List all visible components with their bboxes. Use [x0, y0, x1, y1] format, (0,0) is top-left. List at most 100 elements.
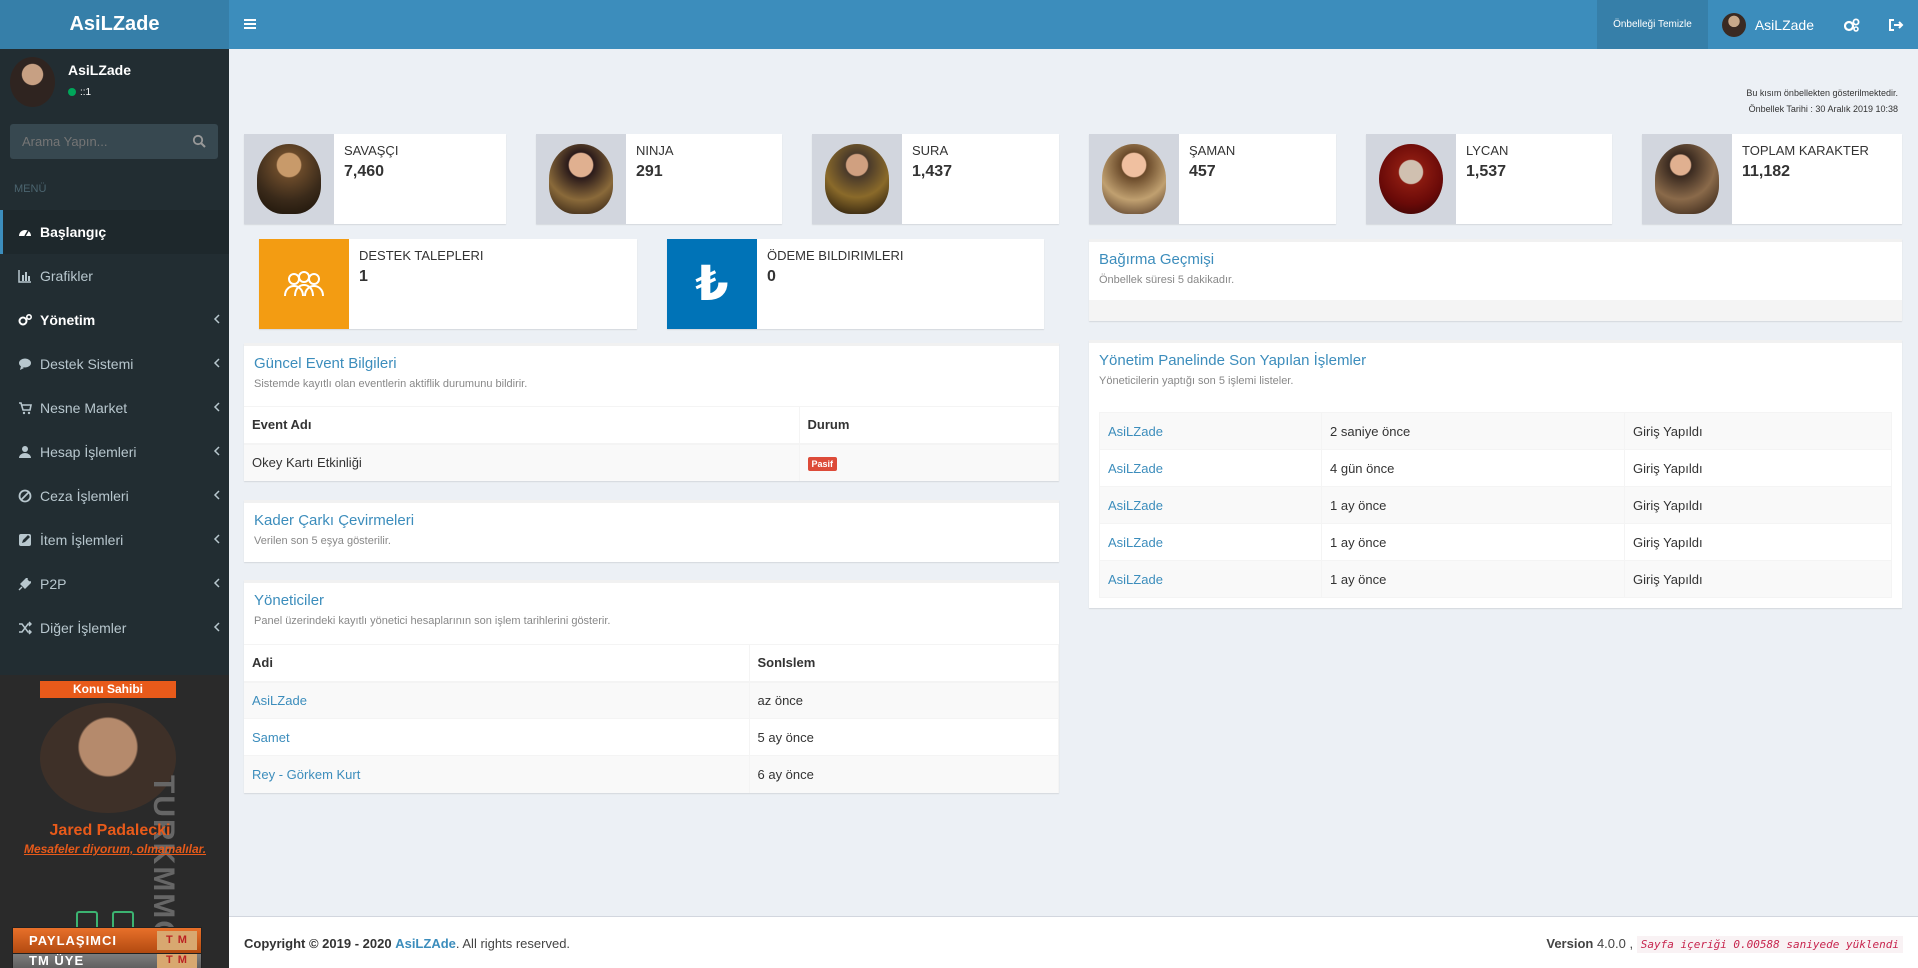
sidebar-item-label: İtem İşlemleri	[40, 532, 124, 548]
settings-icon[interactable]	[1830, 0, 1874, 49]
logout-icon[interactable]	[1874, 0, 1918, 49]
rights-text: . All rights reserved.	[455, 936, 571, 951]
users-icon	[284, 271, 324, 297]
sidebar-item-support[interactable]: Destek Sistemi	[0, 342, 229, 386]
stat-label: ŞAMAN	[1189, 143, 1236, 158]
sura-image	[812, 134, 902, 224]
footer-brand-link[interactable]: AsiLZAde	[395, 936, 456, 951]
sidebar-item-dashboard[interactable]: Başlangıç	[0, 210, 229, 254]
sidebar-item-market[interactable]: Nesne Market	[0, 386, 229, 430]
events-table: Event Adı Durum Okey Kartı Etkinliği Pas…	[244, 406, 1059, 481]
admins-title: Yöneticiler	[254, 592, 325, 609]
stat-warrior: SAVAŞÇI 7,460	[244, 134, 506, 224]
search-input[interactable]	[10, 124, 180, 159]
user-link[interactable]: AsiLZade	[1108, 498, 1163, 513]
admin-link[interactable]: AsiLZade	[252, 693, 307, 708]
sidebar-item-penalties[interactable]: Ceza İşlemleri	[0, 474, 229, 518]
sidebar-item-items[interactable]: İtem İşlemleri	[0, 518, 229, 562]
clear-cache-button[interactable]: Önbelleği Temizle	[1597, 0, 1708, 49]
action-description: Giriş Yapıldı	[1624, 560, 1892, 598]
action-description: Giriş Yapıldı	[1624, 412, 1892, 450]
payment-icon-box: ₺	[667, 239, 757, 329]
table-row: AsiLZade az önce	[244, 681, 1059, 719]
plug-icon	[18, 578, 31, 591]
sidebar-toggle-icon[interactable]	[240, 14, 260, 34]
load-time: Sayfa içeriği 0.00588 saniyede yüklendi	[1636, 936, 1903, 953]
search-icon[interactable]	[192, 134, 206, 148]
support-label: DESTEK TALEPLERI	[359, 248, 484, 263]
column-header: Event Adı	[244, 406, 800, 445]
sidebar-search	[10, 124, 218, 159]
table-row: AsiLZade 1 ay önce Giriş Yapıldı	[1099, 486, 1892, 524]
stat-value: 11,182	[1742, 163, 1791, 180]
table-row: Okey Kartı Etkinliği Pasif	[244, 443, 1059, 481]
avatar	[1721, 12, 1746, 37]
table-row: AsiLZade 1 ay önce Giriş Yapıldı	[1099, 523, 1892, 561]
stat-label: LYCAN	[1466, 143, 1509, 158]
logo[interactable]: AsiLZade	[0, 0, 229, 49]
table-row: AsiLZade 4 gün önce Giriş Yapıldı	[1099, 449, 1892, 487]
sidebar-item-p2p[interactable]: P2P	[0, 562, 229, 606]
total-characters-image	[1642, 134, 1732, 224]
sidebar-item-accounts[interactable]: Hesap İşlemleri	[0, 430, 229, 474]
admin-link[interactable]: Samet	[252, 730, 290, 745]
lycan-image	[1366, 134, 1456, 224]
stat-value: 1,437	[912, 163, 953, 180]
stat-value: 291	[636, 163, 663, 180]
chevron-left-icon	[213, 578, 220, 588]
user-link[interactable]: AsiLZade	[1108, 572, 1163, 587]
admin-last-action: az önce	[749, 681, 1059, 719]
payment-label: ÖDEME BILDIRIMLERI	[767, 248, 904, 263]
admins-box: Yöneticiler Panel üzerindeki kayıtlı yön…	[244, 580, 1059, 793]
stat-value: 7,460	[344, 163, 385, 180]
admins-table: Adi SonIslem AsiLZade az önce Samet 5 ay…	[244, 644, 1059, 793]
sidebar-item-label: Destek Sistemi	[40, 356, 134, 372]
action-description: Giriş Yapıldı	[1624, 449, 1892, 487]
action-description: Giriş Yapıldı	[1624, 486, 1892, 524]
payment-notifications-box[interactable]: ₺ ÖDEME BILDIRIMLERI 0	[667, 239, 1044, 329]
column-header: SonIslem	[749, 644, 1059, 683]
column-header: Durum	[799, 406, 1059, 445]
stat-label: NINJA	[636, 143, 674, 158]
table-header: Event Adı Durum	[244, 406, 1059, 445]
ban-icon	[18, 489, 32, 503]
sidebar-item-label: Grafikler	[40, 268, 93, 284]
action-time: 1 ay önce	[1321, 560, 1625, 598]
stat-shaman: ŞAMAN 457	[1089, 134, 1336, 224]
admin-link[interactable]: Rey - Görkem Kurt	[252, 767, 360, 782]
table-row: AsiLZade 2 saniye önce Giriş Yapıldı	[1099, 412, 1892, 450]
sharer-badge-label: PAYLAŞIMCI	[29, 933, 118, 948]
sidebar-item-other[interactable]: Diğer İşlemler	[0, 606, 229, 650]
action-time: 2 saniye önce	[1321, 412, 1625, 450]
user-link[interactable]: AsiLZade	[1108, 461, 1163, 476]
recent-actions-box: Yönetim Panelinde Son Yapılan İşlemler Y…	[1089, 340, 1902, 608]
sidebar-item-management[interactable]: Yönetim	[0, 298, 229, 342]
user-link[interactable]: AsiLZade	[1108, 535, 1163, 550]
event-status-cell: Pasif	[799, 443, 1059, 481]
online-dot-icon	[68, 88, 76, 96]
sidebar-menu: Başlangıç Grafikler Yönetim Destek Siste…	[0, 210, 229, 650]
admin-last-action: 5 ay önce	[749, 718, 1059, 756]
gears-icon	[18, 314, 32, 326]
shout-history-body	[1089, 300, 1902, 321]
chevron-left-icon	[213, 314, 220, 324]
admins-subtitle: Panel üzerindeki kayıtlı yönetici hesapl…	[254, 615, 611, 627]
sidebar-avatar	[10, 57, 55, 107]
action-time: 1 ay önce	[1321, 523, 1625, 561]
dashboard-icon	[19, 230, 31, 237]
cache-date: Önbellek Tarihi : 30 Aralık 2019 10:38	[1748, 104, 1898, 114]
version-number: 4.0.0 ,	[1596, 936, 1634, 951]
sidebar-item-charts[interactable]: Grafikler	[0, 254, 229, 298]
comments-icon	[19, 358, 31, 370]
admin-last-action: 6 ay önce	[749, 755, 1059, 793]
online-status: ::1	[68, 87, 91, 98]
user-link[interactable]: AsiLZade	[1108, 424, 1163, 439]
ninja-image	[536, 134, 626, 224]
user-menu[interactable]: AsiLZade	[1708, 0, 1830, 49]
header-user-name: AsiLZade	[1754, 16, 1814, 33]
chevron-left-icon	[213, 534, 220, 544]
member-badge-label: TM ÜYE	[29, 953, 85, 968]
stat-label: SAVAŞÇI	[344, 143, 399, 158]
support-tickets-box[interactable]: DESTEK TALEPLERI 1	[259, 239, 637, 329]
shout-title: Bağırma Geçmişi	[1099, 251, 1215, 268]
